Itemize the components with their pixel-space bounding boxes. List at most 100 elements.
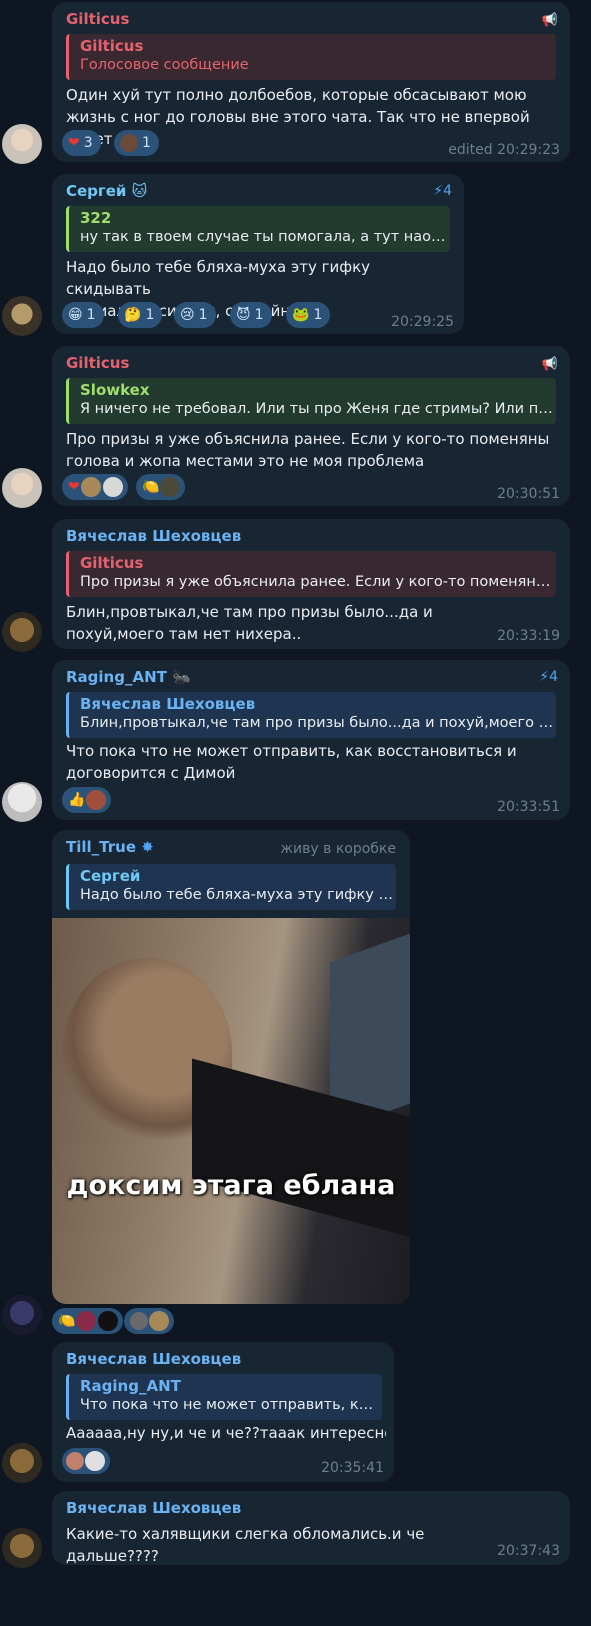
- reply-preview[interactable]: 322 ну так в твоем случае ты помогала, а…: [66, 206, 450, 252]
- message-bubble[interactable]: Вячеслав Шеховцев Raging_ANT Что пока чт…: [52, 1342, 394, 1482]
- lemon-icon: 🍋: [142, 479, 160, 495]
- message-bubble[interactable]: Raging_ANT 🐜 ⚡4 Вячеслав Шеховцев Блин,п…: [52, 660, 570, 820]
- lemon-icon: 🍋: [58, 1313, 76, 1329]
- reaction-heart[interactable]: ❤: [62, 474, 128, 500]
- heart-icon: ❤: [68, 135, 80, 151]
- message-text: Блин,провтыкал,че там про призы было...д…: [66, 603, 433, 643]
- message-time: 20:37:43: [497, 1543, 560, 1559]
- message-bubble[interactable]: Gilticus 📢 Gilticus Голосовое сообщение …: [52, 2, 570, 162]
- reply-preview[interactable]: Gilticus Про призы я уже объяснила ранее…: [66, 551, 556, 597]
- reply-text: ну так в твоем случае ты помогала, а тут…: [80, 229, 450, 245]
- reaction-count: 3: [83, 135, 93, 151]
- reply-preview[interactable]: Raging_ANT Что пока что не может отправи…: [66, 1374, 382, 1420]
- author-name[interactable]: Gilticus: [66, 10, 129, 28]
- reaction-count: 1: [145, 307, 155, 323]
- reply-author: Сергей: [80, 867, 141, 885]
- reaction-count: 1: [313, 307, 323, 323]
- reaction-group[interactable]: [62, 1448, 110, 1474]
- message-time: 20:30:51: [497, 486, 560, 502]
- reply-text: Я ничего не требовал. Или ты про Женя гд…: [80, 401, 556, 417]
- message-text: Про призы я уже объяснила ранее. Если у …: [66, 430, 550, 470]
- devil-icon: 😈: [236, 307, 251, 323]
- reaction-lemon[interactable]: 🍋: [136, 474, 186, 500]
- author-name[interactable]: Gilticus: [66, 354, 129, 372]
- author-name[interactable]: Raging_ANT 🐜: [66, 668, 191, 686]
- speaker-icon: 📢: [541, 13, 558, 28]
- reply-author: Slowkex: [80, 381, 150, 399]
- author-name[interactable]: Till_True ✸: [66, 838, 154, 856]
- frog-icon: 🐸: [292, 307, 310, 323]
- reaction-frog[interactable]: 🐸 1: [286, 302, 331, 328]
- user-avatar-icon: [84, 1450, 106, 1472]
- verified-badge-icon: ✸: [136, 838, 154, 856]
- grin-icon: 😁: [68, 307, 83, 323]
- user-avatar-icon: [120, 134, 138, 152]
- author-name[interactable]: Вячеслав Шеховцев: [66, 527, 241, 545]
- message-time: edited 20:29:23: [448, 142, 560, 158]
- reaction-thumbs-up[interactable]: 👍: [62, 787, 112, 813]
- author-name[interactable]: Сергей 🐱: [66, 182, 147, 200]
- user-avatar-icon: [85, 789, 108, 811]
- cry-icon: 😢: [180, 307, 195, 323]
- avatar[interactable]: [2, 782, 42, 822]
- boost-badge: ⚡4: [539, 669, 558, 685]
- user-avatar-icon: [75, 1310, 98, 1332]
- reaction-heart[interactable]: ❤ 3: [62, 130, 101, 156]
- reply-preview[interactable]: Вячеслав Шеховцев Блин,провтыкал,че там …: [66, 692, 556, 738]
- message-text: Что пока что не может отправить, как вос…: [66, 742, 517, 782]
- reply-preview[interactable]: Сергей Надо было тебе бляха-муха эту гиф…: [66, 864, 396, 910]
- reply-author: Raging_ANT: [80, 1377, 181, 1395]
- thumbs-up-icon: 👍: [68, 792, 86, 808]
- reaction-cry[interactable]: 😢 1: [174, 302, 216, 328]
- reply-author: Gilticus: [80, 554, 144, 572]
- avatar[interactable]: [2, 612, 42, 652]
- message-time: 20:33:51: [497, 799, 560, 815]
- gif-caption: доксим этага еблана: [66, 1170, 396, 1201]
- boost-badge: ⚡4: [433, 183, 452, 199]
- avatar[interactable]: [2, 124, 42, 164]
- author-name[interactable]: Вячеслав Шеховцев: [66, 1499, 241, 1517]
- reaction-avatar[interactable]: 1: [114, 130, 159, 156]
- message-bubble[interactable]: Till_True ✸ живу в коробке Сергей Надо б…: [52, 830, 410, 1304]
- avatar[interactable]: [2, 468, 42, 508]
- moon-icon: [130, 1312, 148, 1330]
- author-status: живу в коробке: [280, 841, 396, 857]
- message-time: 20:33:19: [497, 628, 560, 644]
- reaction-group[interactable]: [124, 1308, 174, 1334]
- ant-emoji-icon: 🐜: [166, 668, 191, 686]
- reply-text: Про призы я уже объяснила ранее. Если у …: [80, 574, 556, 590]
- avatar[interactable]: [2, 1295, 42, 1335]
- pentagram-icon: [97, 1310, 120, 1332]
- cat-emoji-icon: 🐱: [126, 182, 148, 200]
- reaction-devil[interactable]: 😈 1: [230, 302, 272, 328]
- reaction-count: 1: [198, 307, 208, 323]
- reaction-grin[interactable]: 😁 1: [62, 302, 104, 328]
- message-time: 20:29:25: [391, 314, 454, 330]
- gif-media[interactable]: доксим этага еблана: [52, 918, 410, 1304]
- reply-author: 322: [80, 209, 112, 227]
- avatar[interactable]: [2, 296, 42, 336]
- speaker-icon: 📢: [541, 357, 558, 372]
- reply-text: Блин,провтыкал,че там про призы было...д…: [80, 715, 556, 731]
- message-text: Какие-то халявщики слегка обломались.и ч…: [66, 1525, 425, 1565]
- author-name[interactable]: Вячеслав Шеховцев: [66, 1350, 241, 1368]
- message-bubble[interactable]: Вячеслав Шеховцев Gilticus Про призы я у…: [52, 519, 570, 649]
- message-bubble[interactable]: Вячеслав Шеховцев Какие-то халявщики сле…: [52, 1491, 570, 1565]
- reaction-thinking[interactable]: 🤔 1: [118, 302, 163, 328]
- reaction-count: 1: [142, 135, 151, 151]
- user-avatar-icon: [148, 1310, 170, 1332]
- avatar[interactable]: [2, 1528, 42, 1568]
- message-bubble[interactable]: Gilticus 📢 Slowkex Я ничего не требовал.…: [52, 346, 570, 506]
- reaction-count: 1: [86, 307, 96, 323]
- reaction-group[interactable]: 🍋: [52, 1308, 124, 1334]
- message-text: Аааааа,ну ну,и че и че??тааак интересно.…: [66, 1424, 386, 1442]
- reply-preview[interactable]: Gilticus Голосовое сообщение: [66, 34, 556, 80]
- avatar[interactable]: [2, 1443, 42, 1483]
- reply-text: Надо было тебе бляха-муха эту гифку скид…: [80, 887, 396, 903]
- heart-icon: ❤: [68, 479, 80, 495]
- reply-text: Голосовое сообщение: [80, 57, 249, 73]
- reply-author: Gilticus: [80, 37, 144, 55]
- reply-author: Вячеслав Шеховцев: [80, 695, 256, 713]
- message-bubble[interactable]: Сергей 🐱 ⚡4 322 ну так в твоем случае ты…: [52, 174, 464, 334]
- reply-preview[interactable]: Slowkex Я ничего не требовал. Или ты про…: [66, 378, 556, 424]
